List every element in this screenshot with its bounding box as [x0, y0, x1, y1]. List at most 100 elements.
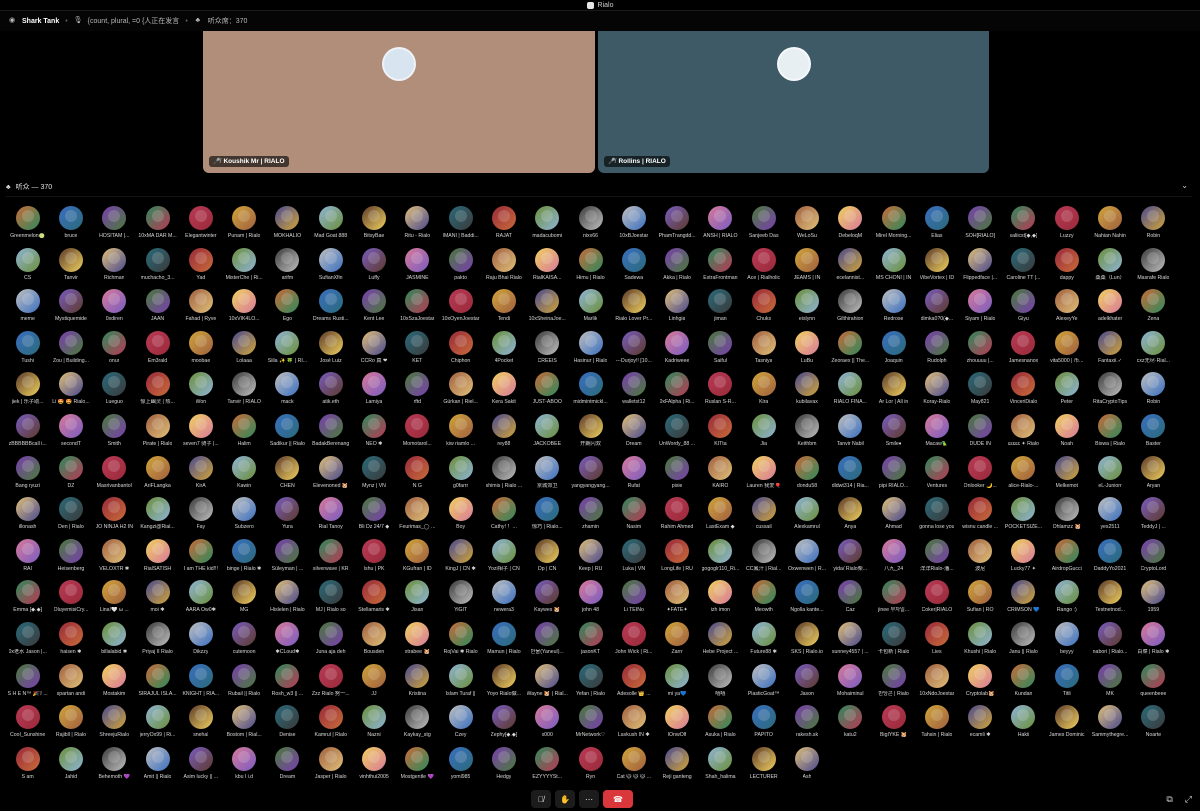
- audience-member[interactable]: Luffy: [352, 247, 395, 290]
- audience-member[interactable]: 0xdiren: [93, 289, 136, 331]
- audience-member[interactable]: Dikzzy: [179, 621, 222, 664]
- audience-member[interactable]: Mirel Morning...: [872, 206, 915, 248]
- audience-member[interactable]: Robin: [1132, 372, 1175, 414]
- audience-member[interactable]: dimka0?0(◆...: [915, 289, 958, 331]
- audience-member[interactable]: Jason: [785, 663, 828, 706]
- audience-member[interactable]: dondu58: [785, 455, 828, 498]
- audience-member[interactable]: Nasim: [612, 497, 655, 539]
- audience-member[interactable]: 10xVIK4LO...: [222, 289, 265, 331]
- audience-member[interactable]: Rialo Lover Pr...: [612, 289, 655, 331]
- audience-member[interactable]: Mad Goat 888: [309, 206, 352, 248]
- audience-member[interactable]: Noarte: [1132, 705, 1175, 747]
- audience-member[interactable]: Priyaj II Rialo: [136, 621, 179, 664]
- audience-member[interactable]: CRIMSON 💙: [1002, 580, 1045, 622]
- audience-member[interactable]: pakto: [439, 247, 482, 290]
- audience-member[interactable]: kiw riamlo ...: [439, 413, 482, 456]
- audience-member[interactable]: JAAN: [136, 289, 179, 331]
- audience-member[interactable]: Mostakim: [93, 663, 136, 706]
- audience-member[interactable]: BadakBerenang: [309, 413, 352, 456]
- audience-member[interactable]: Lina!🤍 ω ...: [93, 580, 136, 622]
- audience-member[interactable]: JACKOBEE: [526, 413, 569, 456]
- audience-member[interactable]: saliicst[◆,◆]: [1002, 206, 1045, 248]
- raise-hand-icon[interactable]: ✋: [555, 790, 575, 808]
- audience-member[interactable]: 10xNdoJoestar: [915, 663, 958, 706]
- chevron-down-icon[interactable]: ⌄: [1181, 181, 1188, 190]
- audience-member[interactable]: ✱CLoud✱: [266, 621, 309, 664]
- audience-member[interactable]: Lavkush IN ✱: [612, 705, 655, 747]
- audience-member[interactable]: alice-Rialo-...: [1002, 455, 1045, 498]
- audience-member[interactable]: Hislelen | Rialo: [266, 580, 309, 622]
- audience-member[interactable]: James Dominic: [1045, 705, 1088, 747]
- audience-member[interactable]: PAPITO: [742, 705, 785, 747]
- audience-member[interactable]: Redrose: [872, 289, 915, 331]
- audience-member[interactable]: Hebe Project ...: [699, 621, 742, 664]
- audience-member[interactable]: Khushi | Rialo: [959, 621, 1002, 664]
- audience-member[interactable]: Aryan: [1132, 455, 1175, 498]
- audience-member[interactable]: Reji ganteng: [655, 746, 698, 789]
- audience-member[interactable]: Zou | Building...: [49, 330, 92, 373]
- audience-member[interactable]: Mamun | Rialo: [482, 621, 525, 664]
- audience-member[interactable]: Cathy! ！...: [482, 497, 525, 539]
- audience-member[interactable]: MrNetwork♡: [569, 705, 612, 747]
- audience-member[interactable]: SIRAJUL ISLA...: [136, 663, 179, 706]
- audience-member[interactable]: Behemoth 💜: [93, 746, 136, 789]
- audience-member[interactable]: JUST-ABOO: [526, 372, 569, 414]
- audience-member[interactable]: Mostgentle 💜: [396, 746, 439, 789]
- audience-member[interactable]: SufianXfin: [309, 247, 352, 290]
- channel-name[interactable]: Shark Tank: [22, 18, 59, 25]
- audience-member[interactable]: Shah_halima: [699, 746, 742, 789]
- audience-member[interactable]: ecamli ✱: [959, 705, 1002, 747]
- audience-member[interactable]: 洋洋Rialo-潘...: [915, 538, 958, 581]
- audience-member[interactable]: seven7 骑子 |...: [179, 413, 222, 456]
- audience-member[interactable]: 0x老水 Jason |...: [6, 621, 49, 664]
- audience-member[interactable]: Dp | CN: [526, 538, 569, 581]
- audience-member[interactable]: Rahim Ahmed: [655, 497, 698, 539]
- audience-member[interactable]: Macaw🦜: [915, 413, 958, 456]
- audience-member[interactable]: Anya: [829, 497, 872, 539]
- audience-member[interactable]: N G: [396, 455, 439, 498]
- audience-member[interactable]: Gürkan | Riel...: [439, 372, 482, 414]
- audience-member[interactable]: Denise: [266, 705, 309, 747]
- phone-hangup-icon[interactable]: ☎: [603, 790, 633, 808]
- audience-member[interactable]: JO NINJA H2 IN: [93, 497, 136, 539]
- audience-member[interactable]: May821: [959, 372, 1002, 414]
- audience-member[interactable]: zhamin: [569, 497, 612, 539]
- audience-member[interactable]: snehal: [179, 705, 222, 747]
- audience-member[interactable]: Smile♦: [872, 413, 915, 456]
- audience-member[interactable]: Zarrr: [655, 621, 698, 664]
- audience-member[interactable]: Den | Rialo: [49, 497, 92, 539]
- audience-member[interactable]: Chiphon: [439, 330, 482, 373]
- audience-member[interactable]: KGufran | ID: [396, 538, 439, 581]
- audience-member[interactable]: Raju Bhai Rialo: [482, 247, 525, 290]
- audience-member[interactable]: Yura: [266, 497, 309, 539]
- audience-member[interactable]: katu2: [829, 705, 872, 747]
- audience-member[interactable]: Peter: [1045, 372, 1088, 414]
- audience-member[interactable]: Boy: [439, 497, 482, 539]
- audience-member[interactable]: Melkemot: [1045, 455, 1088, 498]
- audience-member[interactable]: Joaquin: [872, 330, 915, 373]
- audience-member[interactable]: DUDE IN: [959, 413, 1002, 456]
- audience-member[interactable]: KITta: [699, 413, 742, 456]
- audience-member[interactable]: RAJAT: [482, 206, 525, 248]
- audience-member[interactable]: Janu || Rialo: [1002, 621, 1045, 664]
- audience-member[interactable]: silverwave | KR: [309, 538, 352, 581]
- audience-header[interactable]: ♣ 听众 — 370 ⌄: [0, 180, 1200, 194]
- audience-member[interactable]: haisen ✱: [49, 621, 92, 664]
- audience-member[interactable]: Sadewa: [612, 247, 655, 290]
- audience-member[interactable]: Feurimas_◯ ...: [396, 497, 439, 539]
- audience-member[interactable]: Oxwenwen | R...: [785, 538, 828, 581]
- audience-member[interactable]: MJ | Rialo so: [309, 580, 352, 622]
- audience-member[interactable]: Bousden: [352, 621, 395, 664]
- audience-member[interactable]: ɛɛɛɛɛ ✦ Rialo: [1002, 413, 1045, 456]
- audience-member[interactable]: Sadikur || Rialo: [266, 413, 309, 456]
- audience-member[interactable]: jasonKT: [569, 621, 612, 664]
- audience-member[interactable]: cxz无尽·Rial...: [1132, 330, 1175, 373]
- audience-member[interactable]: JASMINE: [396, 247, 439, 290]
- audience-member[interactable]: arifm: [266, 247, 309, 290]
- audience-member[interactable]: jerryOx99 | Ri...: [136, 705, 179, 747]
- audience-member[interactable]: DaddyYo2021: [1088, 538, 1131, 581]
- audience-member[interactable]: MG: [222, 580, 265, 622]
- audience-member[interactable]: Tasniya: [742, 330, 785, 373]
- audience-member[interactable]: g0farrr: [439, 455, 482, 498]
- audience-member[interactable]: dappy: [1045, 247, 1088, 290]
